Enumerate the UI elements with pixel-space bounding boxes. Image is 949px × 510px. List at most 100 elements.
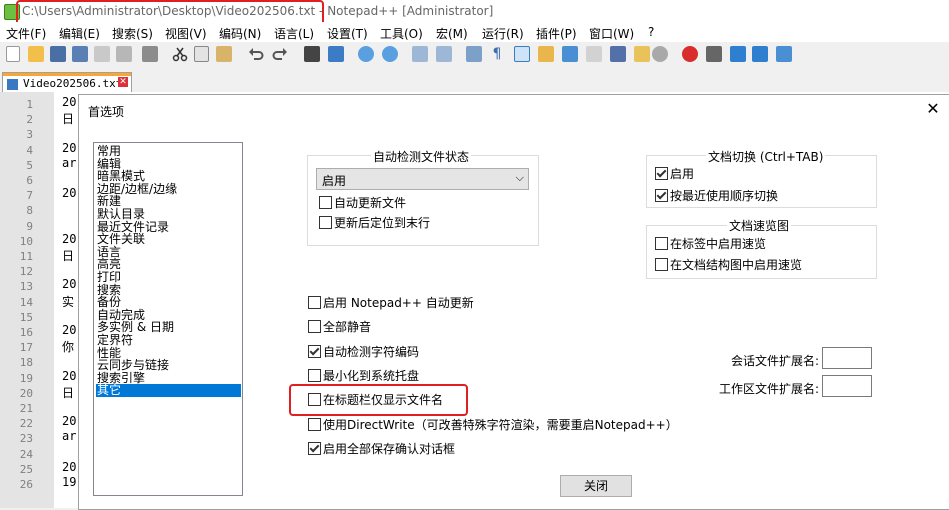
- line-number: 16: [19, 326, 33, 339]
- code-line[interactable]: 20: [62, 323, 76, 337]
- new-file-icon[interactable]: [6, 46, 20, 62]
- auto-detect-select[interactable]: 启用 ⌵: [316, 168, 529, 190]
- save-all-confirm-checkbox[interactable]: [308, 442, 321, 455]
- code-line[interactable]: 20: [62, 369, 76, 383]
- code-line[interactable]: 实: [62, 293, 74, 310]
- find-icon[interactable]: [304, 46, 320, 62]
- doc-switch-enable-checkbox[interactable]: [655, 167, 668, 180]
- replace-icon[interactable]: [328, 46, 344, 62]
- code-line[interactable]: 日: [62, 110, 74, 127]
- code-line[interactable]: ar: [62, 429, 76, 443]
- menu-tools[interactable]: 工具(O): [380, 25, 423, 42]
- dialog-title: 首选项: [88, 105, 125, 119]
- open-folder-icon[interactable]: [28, 46, 44, 62]
- tab-peek-label: 在标签中启用速览: [670, 237, 767, 251]
- code-line[interactable]: 20: [62, 414, 76, 428]
- line-number: 20: [19, 386, 33, 400]
- save-all-icon[interactable]: [72, 46, 88, 62]
- menu-settings[interactable]: 设置(T): [327, 25, 368, 42]
- sync-vertical-icon[interactable]: [412, 46, 428, 62]
- save-macro-icon[interactable]: [776, 46, 792, 62]
- udl-icon[interactable]: [538, 46, 554, 62]
- code-line[interactable]: ar: [62, 156, 76, 170]
- auto-update-file-checkbox[interactable]: [319, 196, 332, 209]
- code-line[interactable]: 20: [62, 186, 76, 200]
- close-file-icon[interactable]: [94, 46, 110, 62]
- workspace-ext-input[interactable]: [822, 375, 872, 397]
- doc-switch-title: 文档切换 (Ctrl+TAB): [706, 148, 826, 165]
- code-line[interactable]: 20: [62, 141, 76, 155]
- zoom-in-icon[interactable]: [358, 46, 374, 62]
- menu-window[interactable]: 窗口(W): [589, 25, 634, 42]
- close-button[interactable]: 关闭: [560, 475, 632, 497]
- indent-guide-icon[interactable]: [514, 46, 530, 62]
- menu-help[interactable]: ?: [648, 25, 654, 39]
- folder-workspace-icon[interactable]: [634, 46, 650, 62]
- show-all-chars-icon[interactable]: ¶: [489, 46, 505, 62]
- sync-horizontal-icon[interactable]: [436, 46, 452, 62]
- save-icon[interactable]: [50, 46, 66, 62]
- print-icon[interactable]: [142, 46, 158, 62]
- preferences-dialog: 首选项 ✕ 常用 编辑 暗黑模式 边距/边框/边缘 新建 默认目录 最近文件记录 文件关联 语言…: [78, 94, 949, 510]
- line-number: 14: [19, 295, 33, 309]
- code-line[interactable]: 20: [62, 460, 76, 474]
- menu-search[interactable]: 搜索(S): [112, 25, 153, 42]
- code-line[interactable]: 20: [62, 277, 76, 291]
- line-number: 26: [19, 478, 33, 491]
- code-line[interactable]: 你: [62, 338, 74, 355]
- code-line[interactable]: 19: [62, 475, 76, 489]
- dialog-close-icon[interactable]: ✕: [924, 100, 942, 118]
- session-ext-label: 会话文件扩展名:: [731, 354, 820, 368]
- cut-icon[interactable]: [172, 46, 188, 62]
- monitor-eye-icon[interactable]: [652, 46, 668, 62]
- line-number: 7: [26, 189, 33, 203]
- paste-icon[interactable]: [216, 46, 232, 62]
- category-item[interactable]: 其它: [96, 384, 241, 398]
- close-all-icon[interactable]: [116, 46, 132, 62]
- menu-language[interactable]: 语言(L): [274, 25, 314, 42]
- tab-video202506[interactable]: Video202506.txt ✕: [2, 72, 132, 93]
- record-macro-icon[interactable]: [682, 46, 698, 62]
- docmap-peek-checkbox[interactable]: [655, 258, 668, 271]
- tab-bar: Video202506.txt ✕: [0, 70, 949, 93]
- menu-plugins[interactable]: 插件(P): [536, 25, 577, 42]
- copy-icon[interactable]: [194, 46, 209, 62]
- mru-order-checkbox[interactable]: [655, 189, 668, 202]
- menu-view[interactable]: 视图(V): [165, 25, 207, 42]
- word-wrap-icon[interactable]: [466, 46, 482, 62]
- undo-icon[interactable]: [248, 46, 264, 62]
- stop-macro-icon[interactable]: [706, 46, 722, 62]
- code-line[interactable]: 20: [62, 95, 76, 109]
- menu-macro[interactable]: 宏(M): [436, 25, 468, 42]
- menu-encoding[interactable]: 编码(N): [219, 25, 261, 42]
- tab-peek-checkbox[interactable]: [655, 237, 668, 250]
- redo-icon[interactable]: [272, 46, 288, 62]
- code-line[interactable]: 日: [62, 247, 74, 264]
- code-line[interactable]: 日: [62, 384, 74, 401]
- menu-edit[interactable]: 编辑(E): [59, 25, 100, 42]
- auto-update-notepad-checkbox[interactable]: [308, 296, 321, 309]
- detect-encoding-checkbox[interactable]: [308, 345, 321, 358]
- directwrite-checkbox[interactable]: [308, 418, 321, 431]
- session-ext-input[interactable]: [822, 347, 872, 369]
- minimize-to-tray-checkbox[interactable]: [308, 369, 321, 382]
- auto-update-notepad-label: 启用 Notepad++ 自动更新: [323, 296, 474, 310]
- run-multiple-macro-icon[interactable]: [752, 46, 768, 62]
- category-list[interactable]: 常用 编辑 暗黑模式 边距/边框/边缘 新建 默认目录 最近文件记录 文件关联 语言 高亮 打印 搜索…: [93, 142, 243, 496]
- doc-list-icon[interactable]: [586, 46, 602, 62]
- line-number: 10: [19, 234, 33, 248]
- goto-last-line-checkbox[interactable]: [319, 216, 332, 229]
- code-line[interactable]: 20: [62, 232, 76, 246]
- line-number: 11: [19, 250, 33, 263]
- line-number: 23: [19, 432, 33, 446]
- doc-map-icon[interactable]: [562, 46, 578, 62]
- play-macro-icon[interactable]: [730, 46, 746, 62]
- function-list-icon[interactable]: [610, 46, 626, 62]
- menu-file[interactable]: 文件(F): [6, 25, 46, 42]
- line-number: 2: [26, 113, 33, 127]
- zoom-out-icon[interactable]: [382, 46, 398, 62]
- mute-all-checkbox[interactable]: [308, 320, 321, 333]
- tab-close-icon[interactable]: ✕: [118, 77, 128, 87]
- mute-all-label: 全部静音: [323, 320, 372, 334]
- menu-run[interactable]: 运行(R): [482, 25, 524, 42]
